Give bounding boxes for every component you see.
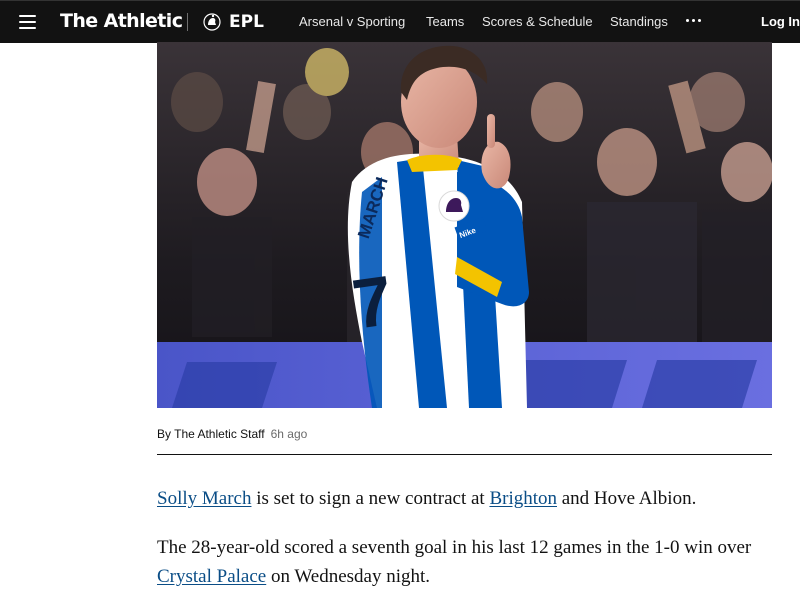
- ellipsis-icon[interactable]: [686, 19, 702, 23]
- paragraph-1-text-b: and Hove Albion.: [557, 488, 697, 509]
- byline: By The Athletic Staff 6h ago: [157, 427, 307, 441]
- nav-item-teams[interactable]: Teams: [426, 14, 464, 30]
- top-navigation-bar: The Athletic EPL Arsenal v Sporting Team…: [0, 0, 800, 43]
- byline-timestamp: 6h ago: [270, 427, 308, 441]
- login-link[interactable]: Log In: [761, 14, 800, 30]
- brand-divider: [187, 13, 188, 31]
- link-brighton[interactable]: Brighton: [489, 488, 557, 509]
- article-paragraph-1: Solly March is set to sign a new contrac…: [157, 484, 787, 513]
- paragraph-2-text-b: on Wednesday night.: [266, 566, 431, 587]
- hero-photo: MARCH 7 Nike: [157, 42, 772, 408]
- article-paragraph-2: The 28-year-old scored a seventh goal in…: [157, 533, 787, 591]
- link-solly-march[interactable]: Solly March: [157, 488, 251, 509]
- league-label[interactable]: EPL: [229, 11, 264, 33]
- byline-divider: [157, 454, 772, 455]
- nav-item-arsenal-v-sporting[interactable]: Arsenal v Sporting: [299, 14, 405, 30]
- byline-author[interactable]: By The Athletic Staff: [157, 427, 265, 441]
- nav-item-standings[interactable]: Standings: [610, 14, 668, 30]
- hamburger-menu-icon[interactable]: [19, 15, 36, 29]
- premier-league-lion-icon: [203, 13, 221, 31]
- nav-item-scores-schedule[interactable]: Scores & Schedule: [482, 14, 593, 30]
- brand-logo[interactable]: The Athletic: [60, 10, 183, 32]
- link-crystal-palace[interactable]: Crystal Palace: [157, 566, 266, 587]
- paragraph-1-text-a: is set to sign a new contract at: [251, 488, 490, 509]
- paragraph-2-text-a: The 28-year-old scored a seventh goal in…: [157, 537, 752, 558]
- hero-photo-illustration: MARCH 7 Nike: [157, 42, 772, 408]
